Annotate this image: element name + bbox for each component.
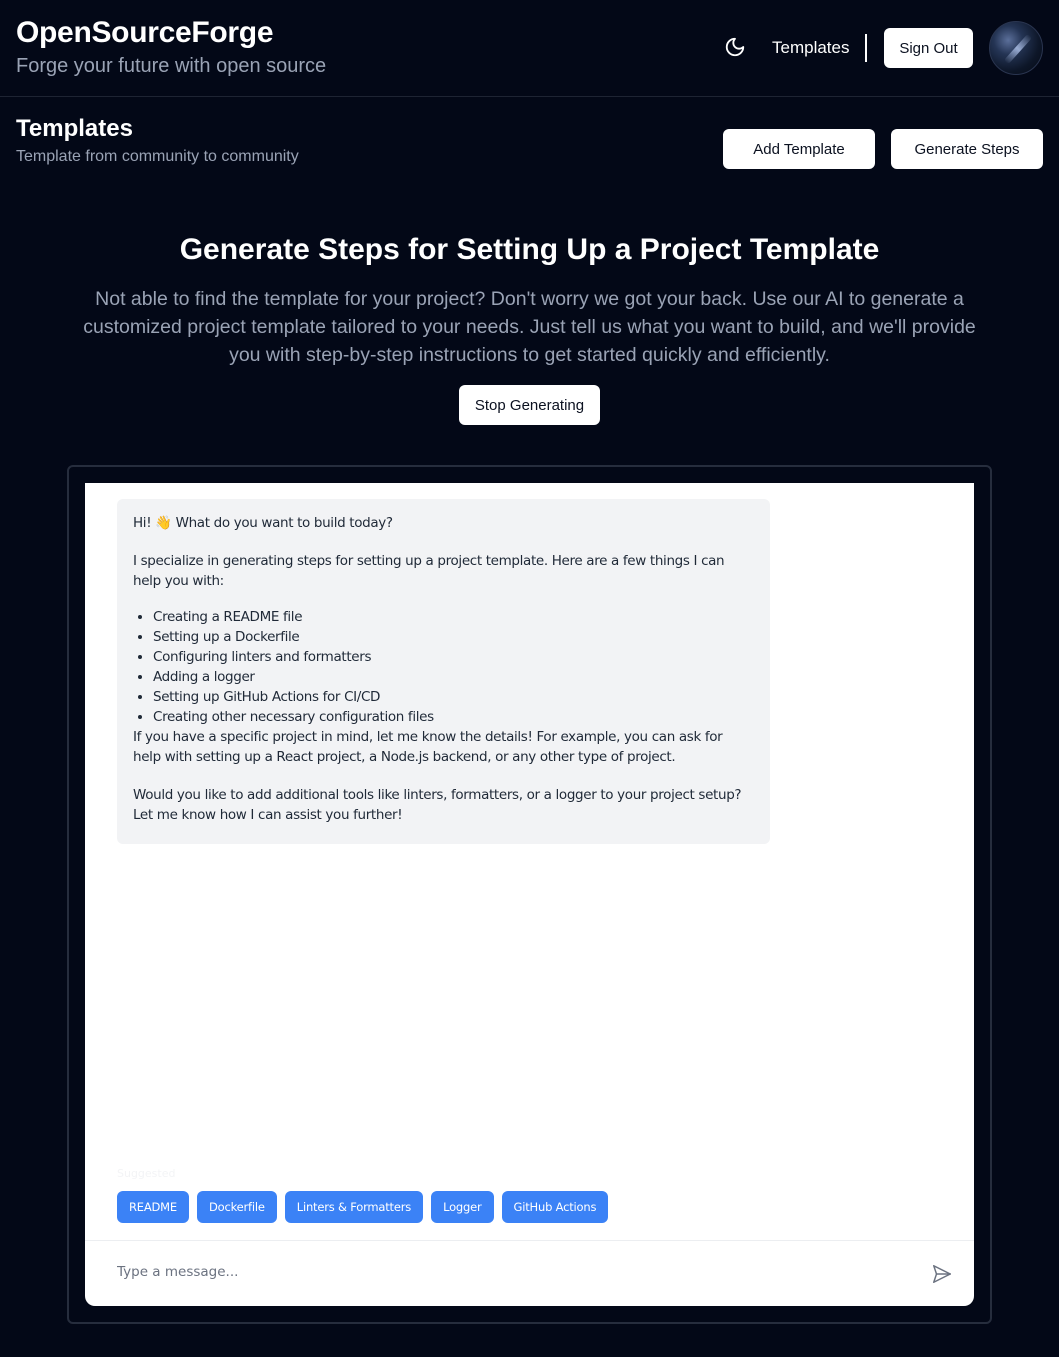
page-subtitle: Template from community to community [16,148,299,165]
generate-steps-button[interactable]: Generate Steps [891,129,1043,169]
chip-dockerfile[interactable]: Dockerfile [196,1191,277,1223]
nav-divider [865,34,867,62]
message-followup: If you have a specific project in mind, … [133,729,723,765]
chip-logger[interactable]: Logger [431,1191,494,1223]
message-intro: I specialize in generating steps for set… [133,553,725,589]
input-divider [85,1240,974,1241]
send-icon[interactable] [931,1263,953,1285]
message-closing: Would you like to add additional tools l… [133,787,742,823]
chip-github-actions[interactable]: GitHub Actions [501,1191,609,1223]
list-item: Setting up a Dockerfile [153,627,754,647]
suggestion-chips: README Dockerfile Linters & Formatters L… [117,1191,609,1223]
list-item: Configuring linters and formatters [153,647,754,667]
list-item: Creating a README file [153,607,754,627]
sign-out-button[interactable]: Sign Out [884,28,973,68]
add-template-button[interactable]: Add Template [723,129,875,169]
chip-linters-formatters[interactable]: Linters & Formatters [284,1191,424,1223]
assistant-message: Hi! 👋 What do you want to build today? I… [117,499,770,844]
hero-title: Generate Steps for Setting Up a Project … [179,233,880,266]
avatar[interactable] [989,21,1043,75]
brand-tagline: Forge your future with open source [16,55,327,77]
list-item: Creating other necessary configuration f… [153,707,754,727]
list-item: Adding a logger [153,667,754,687]
chip-readme[interactable]: README [117,1191,189,1223]
stop-generating-button[interactable]: Stop Generating [459,385,600,425]
avatar-image [1003,33,1033,65]
hero-description: Not able to find the template for your p… [83,288,976,366]
message-greeting: Hi! 👋 What do you want to build today? [133,515,393,531]
suggested-label: Suggested [117,1167,176,1180]
message-input[interactable] [117,1257,907,1287]
page-title: Templates [16,115,133,142]
nav-templates-link[interactable]: Templates [772,38,849,58]
brand-title[interactable]: OpenSourceForge [16,16,274,50]
top-navigation: OpenSourceForge Forge your future with o… [0,0,1059,97]
chat-panel: Hi! 👋 What do you want to build today? I… [85,483,974,1306]
capabilities-list: Creating a README file Setting up a Dock… [153,607,754,727]
moon-icon[interactable] [724,36,746,58]
list-item: Setting up GitHub Actions for CI/CD [153,687,754,707]
